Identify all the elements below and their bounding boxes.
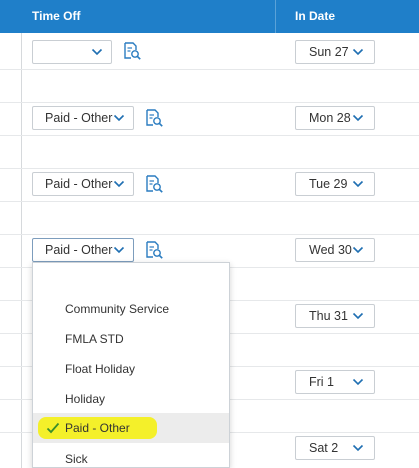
in-date-value: Fri 1 [309,375,334,389]
in-date-select[interactable]: Wed 30 [295,238,375,262]
in-date-value: Sun 27 [309,45,349,59]
chevron-down-icon [113,246,125,254]
time-off-value: Paid - Other [45,177,113,191]
menu-item-sick[interactable]: Sick [33,444,229,467]
chevron-down-icon [113,114,125,122]
menu-item-label: Float Holiday [65,362,136,376]
chevron-down-icon [352,378,364,386]
menu-item-fmla-std[interactable]: FMLA STD [33,324,229,354]
in-date-value: Sat 2 [309,441,339,455]
row-divider [0,201,419,202]
time-off-select[interactable]: Paid - Other [32,172,134,196]
time-off-select[interactable]: Paid - Other [32,106,134,130]
row-divider [0,135,419,136]
chevron-down-icon [91,48,103,56]
column-divider [21,33,22,468]
time-off-dropdown-menu: Community Service FMLA STD Float Holiday… [32,262,230,468]
time-off-value: Paid - Other [45,111,113,125]
chevron-down-icon [352,114,364,122]
search-document-icon[interactable] [144,108,164,128]
in-date-select[interactable]: Tue 29 [295,172,375,196]
in-date-select[interactable]: Sun 27 [295,40,375,64]
time-off-value: Paid - Other [45,243,113,257]
time-off-select[interactable] [32,40,112,64]
table-header: Time Off In Date [0,0,419,33]
row-divider [0,102,419,103]
row-divider [0,69,419,70]
menu-item-label: FMLA STD [65,332,124,346]
in-date-value: Tue 29 [309,177,348,191]
chevron-down-icon [352,48,364,56]
menu-item-community-service[interactable]: Community Service [33,294,229,324]
column-header-in-date: In Date [295,9,336,23]
chevron-down-icon [352,246,364,254]
search-document-icon[interactable] [144,174,164,194]
in-date-value: Mon 28 [309,111,351,125]
chevron-down-icon [352,312,364,320]
search-document-icon[interactable] [144,240,164,260]
column-header-time-off: Time Off [32,9,81,23]
row-divider [0,234,419,235]
chevron-down-icon [352,444,364,452]
time-off-select-open[interactable]: Paid - Other [32,238,134,262]
chevron-down-icon [352,180,364,188]
menu-item-label: Paid - Other [65,421,130,435]
menu-item-label: Holiday [65,392,106,406]
in-date-select[interactable]: Fri 1 [295,370,375,394]
in-date-value: Wed 30 [309,243,352,257]
menu-item-float-holiday[interactable]: Float Holiday [33,354,229,384]
checkmark-icon [46,422,60,434]
in-date-select[interactable]: Sat 2 [295,436,375,460]
menu-item-label: Sick [65,452,88,466]
menu-item-label: Community Service [65,302,170,316]
in-date-select[interactable]: Mon 28 [295,106,375,130]
menu-item-paid-other[interactable]: Paid - Other [33,413,229,443]
row-divider [0,168,419,169]
in-date-select[interactable]: Thu 31 [295,304,375,328]
chevron-down-icon [113,180,125,188]
in-date-value: Thu 31 [309,309,348,323]
menu-item-holiday[interactable]: Holiday [33,384,229,414]
search-document-icon[interactable] [122,41,142,61]
header-divider [275,0,276,33]
